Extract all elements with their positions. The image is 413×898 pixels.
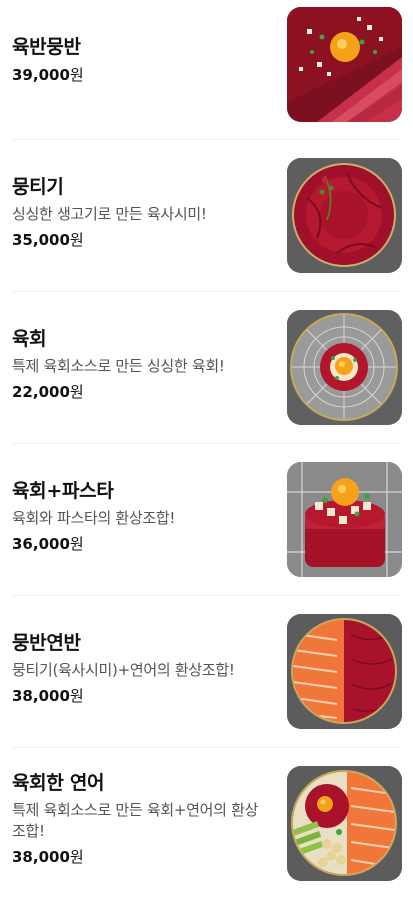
price-amount: 35,000 xyxy=(12,231,70,249)
price-amount: 36,000 xyxy=(12,535,70,553)
menu-item-description: 특제 육회소스로 만든 육회+연어의 환상조합! xyxy=(12,801,259,840)
price-currency: 원 xyxy=(69,66,84,84)
price-currency: 원 xyxy=(69,231,84,249)
menu-item-name: 육반뭉반 xyxy=(12,36,81,58)
price-amount: 38,000 xyxy=(12,687,70,705)
price-amount: 22,000 xyxy=(12,383,70,401)
menu-item-name: 육회+파스타 xyxy=(12,480,114,502)
menu-item-price: 22,000원 xyxy=(12,381,274,403)
menu-item-text: 뭉반연반 뭉티기(육사시미)+연어의 환상조합! 38,000원 xyxy=(12,630,274,707)
menu-item-text: 육회+파스타 육회와 파스타의 환상조합! 36,000원 xyxy=(12,478,274,555)
menu-item-description: 육회와 파스타의 환상조합! xyxy=(12,509,176,527)
price-amount: 38,000 xyxy=(12,848,70,866)
mungbanyeonban-photo xyxy=(287,614,402,729)
divider xyxy=(12,443,401,444)
yukhoe-salmon-photo xyxy=(287,766,402,881)
yukhoe-photo xyxy=(287,310,402,425)
divider xyxy=(12,747,401,748)
divider xyxy=(12,291,401,292)
menu-item-text: 뭉티기 싱싱한 생고기로 만든 육사시미! 35,000원 xyxy=(12,174,274,251)
menu-item-description: 뭉티기(육사시미)+연어의 환상조합! xyxy=(12,661,235,679)
menu-item-price: 38,000원 xyxy=(12,685,274,707)
price-currency: 원 xyxy=(69,383,84,401)
menu-item-price: 35,000원 xyxy=(12,229,274,251)
menu-item-description: 싱싱한 생고기로 만든 육사시미! xyxy=(12,205,207,223)
menu-item-name: 육회 xyxy=(12,328,47,350)
price-amount: 39,000 xyxy=(12,66,70,84)
yukhoe-pasta-photo xyxy=(287,462,402,577)
menu-item-price: 38,000원 xyxy=(12,846,274,868)
yukbanmungban-photo xyxy=(287,7,402,122)
menu-item-name: 뭉티기 xyxy=(12,176,64,198)
menu-item-text: 육회 특제 육회소스로 만든 싱싱한 육회! 22,000원 xyxy=(12,326,274,403)
price-currency: 원 xyxy=(69,848,84,866)
divider xyxy=(12,139,401,140)
menu-item-name: 뭉반연반 xyxy=(12,632,81,654)
menu-item-price: 36,000원 xyxy=(12,533,274,555)
menu-item-description: 특제 육회소스로 만든 싱싱한 육회! xyxy=(12,357,225,375)
menu-item-price: 39,000원 xyxy=(12,64,274,86)
menu-item-text: 육회한 연어 특제 육회소스로 만든 육회+연어의 환상조합! 38,000원 xyxy=(12,770,274,868)
mungtigi-photo xyxy=(287,158,402,273)
menu-item-name: 육회한 연어 xyxy=(12,772,105,794)
price-currency: 원 xyxy=(69,687,84,705)
menu-item-text: 육반뭉반 39,000원 xyxy=(12,34,274,86)
divider xyxy=(12,595,401,596)
price-currency: 원 xyxy=(69,535,84,553)
